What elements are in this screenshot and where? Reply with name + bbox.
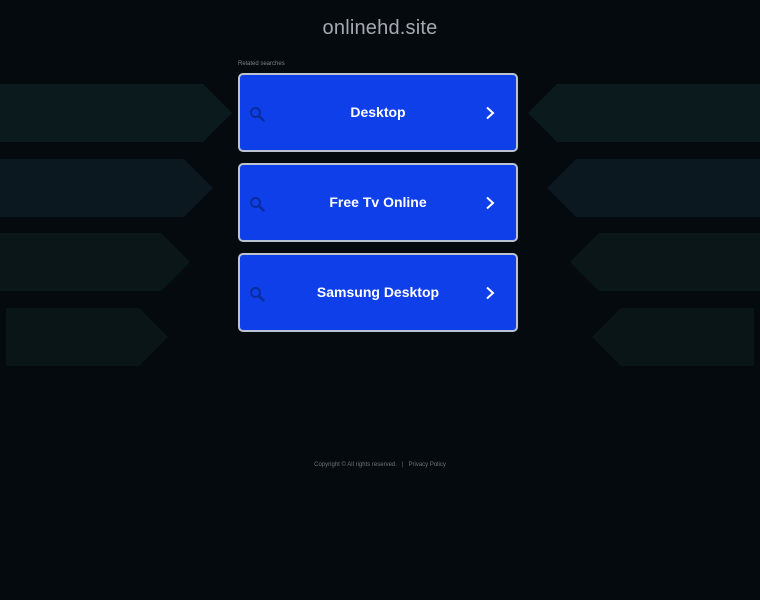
related-searches-label: Related searches bbox=[238, 61, 285, 67]
page: onlinehd.site Related searches Desktop F… bbox=[0, 0, 760, 600]
chevron-right-icon bbox=[486, 106, 495, 120]
decorative-arrow-right-2 bbox=[547, 159, 760, 217]
related-search-label: Desktop bbox=[350, 104, 406, 120]
related-search-samsung-desktop[interactable]: Samsung Desktop bbox=[238, 253, 518, 332]
decorative-arrow-left-2 bbox=[0, 159, 213, 217]
chevron-right-icon bbox=[486, 286, 495, 300]
decorative-arrow-right-3 bbox=[570, 233, 760, 291]
decorative-arrow-left-3 bbox=[0, 233, 190, 291]
related-search-label: Samsung Desktop bbox=[316, 284, 440, 300]
related-search-free-tv-online[interactable]: Free Tv Online bbox=[238, 163, 518, 242]
related-search-label: Free Tv Online bbox=[329, 194, 427, 210]
decorative-arrow-left-4 bbox=[6, 308, 168, 366]
footer: Copyright © All rights reserved. | Privacy… bbox=[0, 462, 760, 468]
site-title: onlinehd.site bbox=[322, 17, 438, 39]
copyright-text: Copyright © All rights reserved. bbox=[314, 462, 397, 468]
related-search-desktop[interactable]: Desktop bbox=[238, 73, 518, 152]
chevron-right-icon bbox=[486, 196, 495, 210]
decorative-arrow-right-1 bbox=[528, 84, 760, 142]
decorative-arrow-right-4 bbox=[592, 308, 754, 366]
privacy-policy-link[interactable]: Privacy Policy bbox=[409, 462, 446, 468]
decorative-arrow-left-1 bbox=[0, 84, 232, 142]
footer-separator: | bbox=[401, 462, 404, 468]
